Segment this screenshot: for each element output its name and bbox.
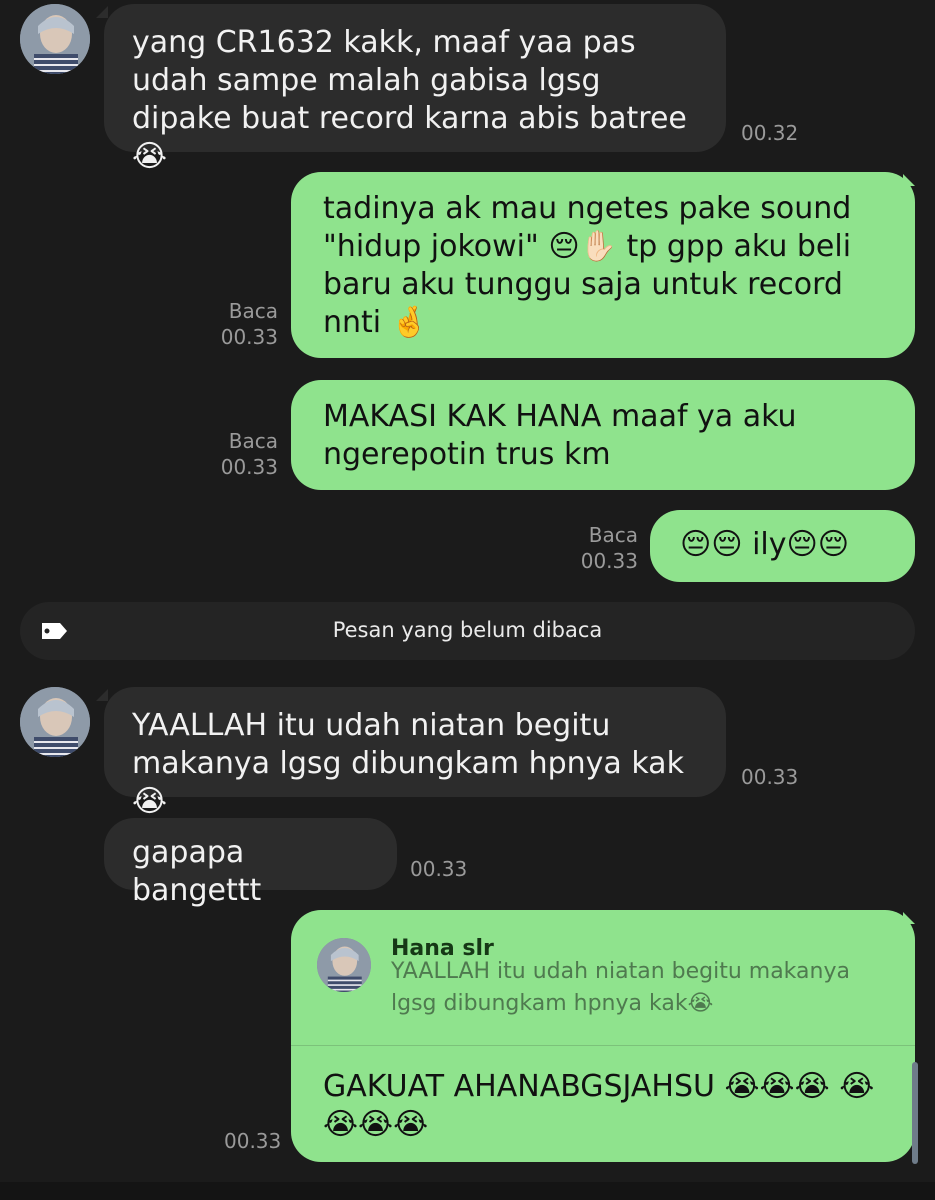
read-status: Baca <box>228 429 278 453</box>
message-bubble-outgoing[interactable]: MAKASI KAK HANA maaf ya aku ngerepotin t… <box>291 380 915 490</box>
message-bubble-outgoing[interactable]: 😔😔 ily😔😔 <box>650 510 915 582</box>
contact-avatar[interactable] <box>20 687 90 757</box>
message-time: 00.32 <box>741 121 799 145</box>
read-receipt: Baca 00.33 <box>570 522 638 574</box>
divider-label: Pesan yang belum dibaca <box>332 618 603 642</box>
message-bubble-outgoing[interactable]: tadinya ak mau ngetes pake sound "hidup … <box>291 172 915 358</box>
read-receipt: Baca 00.33 <box>210 298 278 350</box>
message-time: 00.33 <box>224 1129 282 1153</box>
message-bubble-outgoing-reply[interactable]: Hana slr YAALLAH itu udah niatan begitu … <box>291 910 915 1162</box>
contact-avatar[interactable] <box>20 4 90 74</box>
quoted-text: YAALLAH itu udah niatan begitu makanya l… <box>391 959 850 1016</box>
message-text: YAALLAH itu udah niatan begitu makanya l… <box>132 708 684 819</box>
bubble-tail <box>903 912 915 924</box>
message-time: 00.33 <box>580 549 638 573</box>
bubble-tail <box>903 174 915 186</box>
message-text: yang CR1632 kakk, maaf yaa pas udah samp… <box>132 25 687 174</box>
read-status: Baca <box>228 299 278 323</box>
message-bubble-incoming[interactable]: YAALLAH itu udah niatan begitu makanya l… <box>104 687 726 819</box>
quoted-message[interactable]: Hana slr YAALLAH itu udah niatan begitu … <box>291 910 915 1046</box>
message-time: 00.33 <box>410 857 468 881</box>
quoted-avatar <box>317 938 371 992</box>
bubble-tail <box>96 6 108 18</box>
message-time: 00.33 <box>741 765 799 789</box>
message-time: 00.33 <box>220 325 278 349</box>
input-bar-edge <box>0 1182 935 1200</box>
scrollbar[interactable] <box>912 1062 918 1164</box>
message-text: MAKASI KAK HANA maaf ya aku ngerepotin t… <box>323 399 797 472</box>
read-status: Baca <box>588 523 638 547</box>
message-bubble-incoming[interactable]: gapapa bangettt <box>104 818 397 908</box>
unread-messages-divider: Pesan yang belum dibaca <box>20 602 915 660</box>
message-text: gapapa bangettt <box>132 835 262 908</box>
message-bubble-incoming[interactable]: yang CR1632 kakk, maaf yaa pas udah samp… <box>104 4 726 174</box>
message-text: 😔😔 ily😔😔 <box>680 527 850 562</box>
read-receipt: Baca 00.33 <box>210 428 278 480</box>
message-text: tadinya ak mau ngetes pake sound "hidup … <box>323 191 852 340</box>
message-time: 00.33 <box>220 455 278 479</box>
message-text: GAKUAT AHANABGSJAHSU 😭😭😭 😭😭😭😭 <box>323 1069 875 1142</box>
bubble-tail <box>96 689 108 701</box>
